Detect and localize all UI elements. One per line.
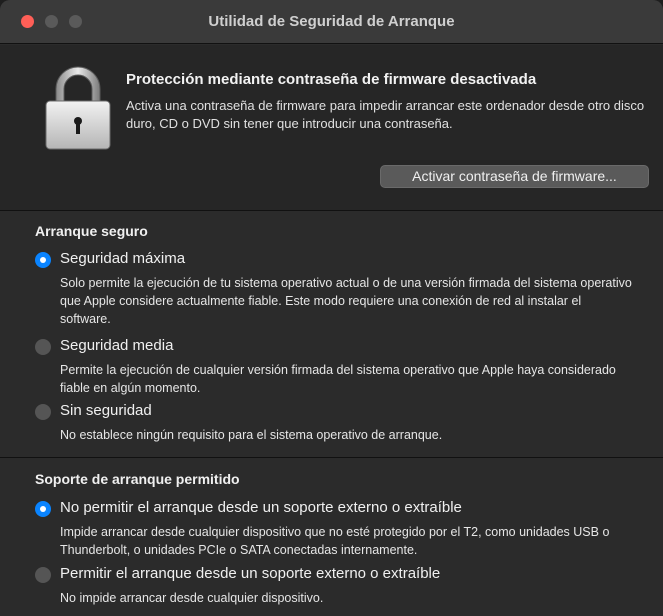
- radio-button-selected[interactable]: [35, 501, 51, 517]
- radio-button[interactable]: [35, 404, 51, 420]
- lock-icon: [45, 66, 111, 150]
- option-description: No establece ningún requisito para el si…: [60, 428, 443, 442]
- radio-option-allow-external-boot[interactable]: Permitir el arranque desde un soporte ex…: [35, 565, 635, 609]
- radio-button-selected[interactable]: [35, 252, 51, 268]
- window-title: Utilidad de Seguridad de Arranque: [208, 13, 455, 30]
- option-label: Seguridad máxima: [60, 250, 186, 267]
- option-description: Impide arrancar desde cualquier disposit…: [60, 525, 610, 557]
- option-label: No permitir el arranque desde un soporte…: [60, 499, 462, 516]
- radio-option-no-security[interactable]: Sin seguridad No establece ningún requis…: [35, 402, 635, 442]
- secure-boot-section: Arranque seguro Seguridad máxima Solo pe…: [0, 212, 663, 458]
- radio-option-full-security[interactable]: Seguridad máxima Solo permite la ejecuci…: [35, 250, 635, 330]
- option-label: Permitir el arranque desde un soporte ex…: [60, 565, 441, 582]
- radio-option-disallow-external-boot[interactable]: No permitir el arranque desde un soporte…: [35, 499, 635, 559]
- secure-boot-title: Arranque seguro: [35, 223, 148, 239]
- option-label: Sin seguridad: [60, 402, 152, 419]
- activate-firmware-password-button[interactable]: Activar contraseña de firmware...: [380, 165, 649, 188]
- option-description: Permite la ejecución de cualquier versió…: [60, 363, 616, 395]
- firmware-description: Activa una contraseña de firmware para i…: [126, 98, 645, 131]
- title-bar: Utilidad de Seguridad de Arranque: [0, 0, 663, 44]
- firmware-password-section: Protección mediante contraseña de firmwa…: [0, 45, 663, 211]
- option-description: No impide arrancar desde cualquier dispo…: [60, 591, 324, 605]
- radio-button[interactable]: [35, 567, 51, 583]
- startup-security-window: Utilidad de Seguridad de Arranque Protec…: [0, 0, 663, 616]
- radio-option-medium-security[interactable]: Seguridad media Permite la ejecución de …: [35, 337, 635, 395]
- firmware-status-heading: Protección mediante contraseña de firmwa…: [126, 71, 537, 88]
- option-description: Solo permite la ejecución de tu sistema …: [60, 276, 632, 326]
- allowed-boot-media-title: Soporte de arranque permitido: [35, 471, 240, 487]
- radio-button[interactable]: [35, 339, 51, 355]
- allowed-boot-media-section: Soporte de arranque permitido No permiti…: [0, 459, 663, 616]
- option-label: Seguridad media: [60, 337, 174, 354]
